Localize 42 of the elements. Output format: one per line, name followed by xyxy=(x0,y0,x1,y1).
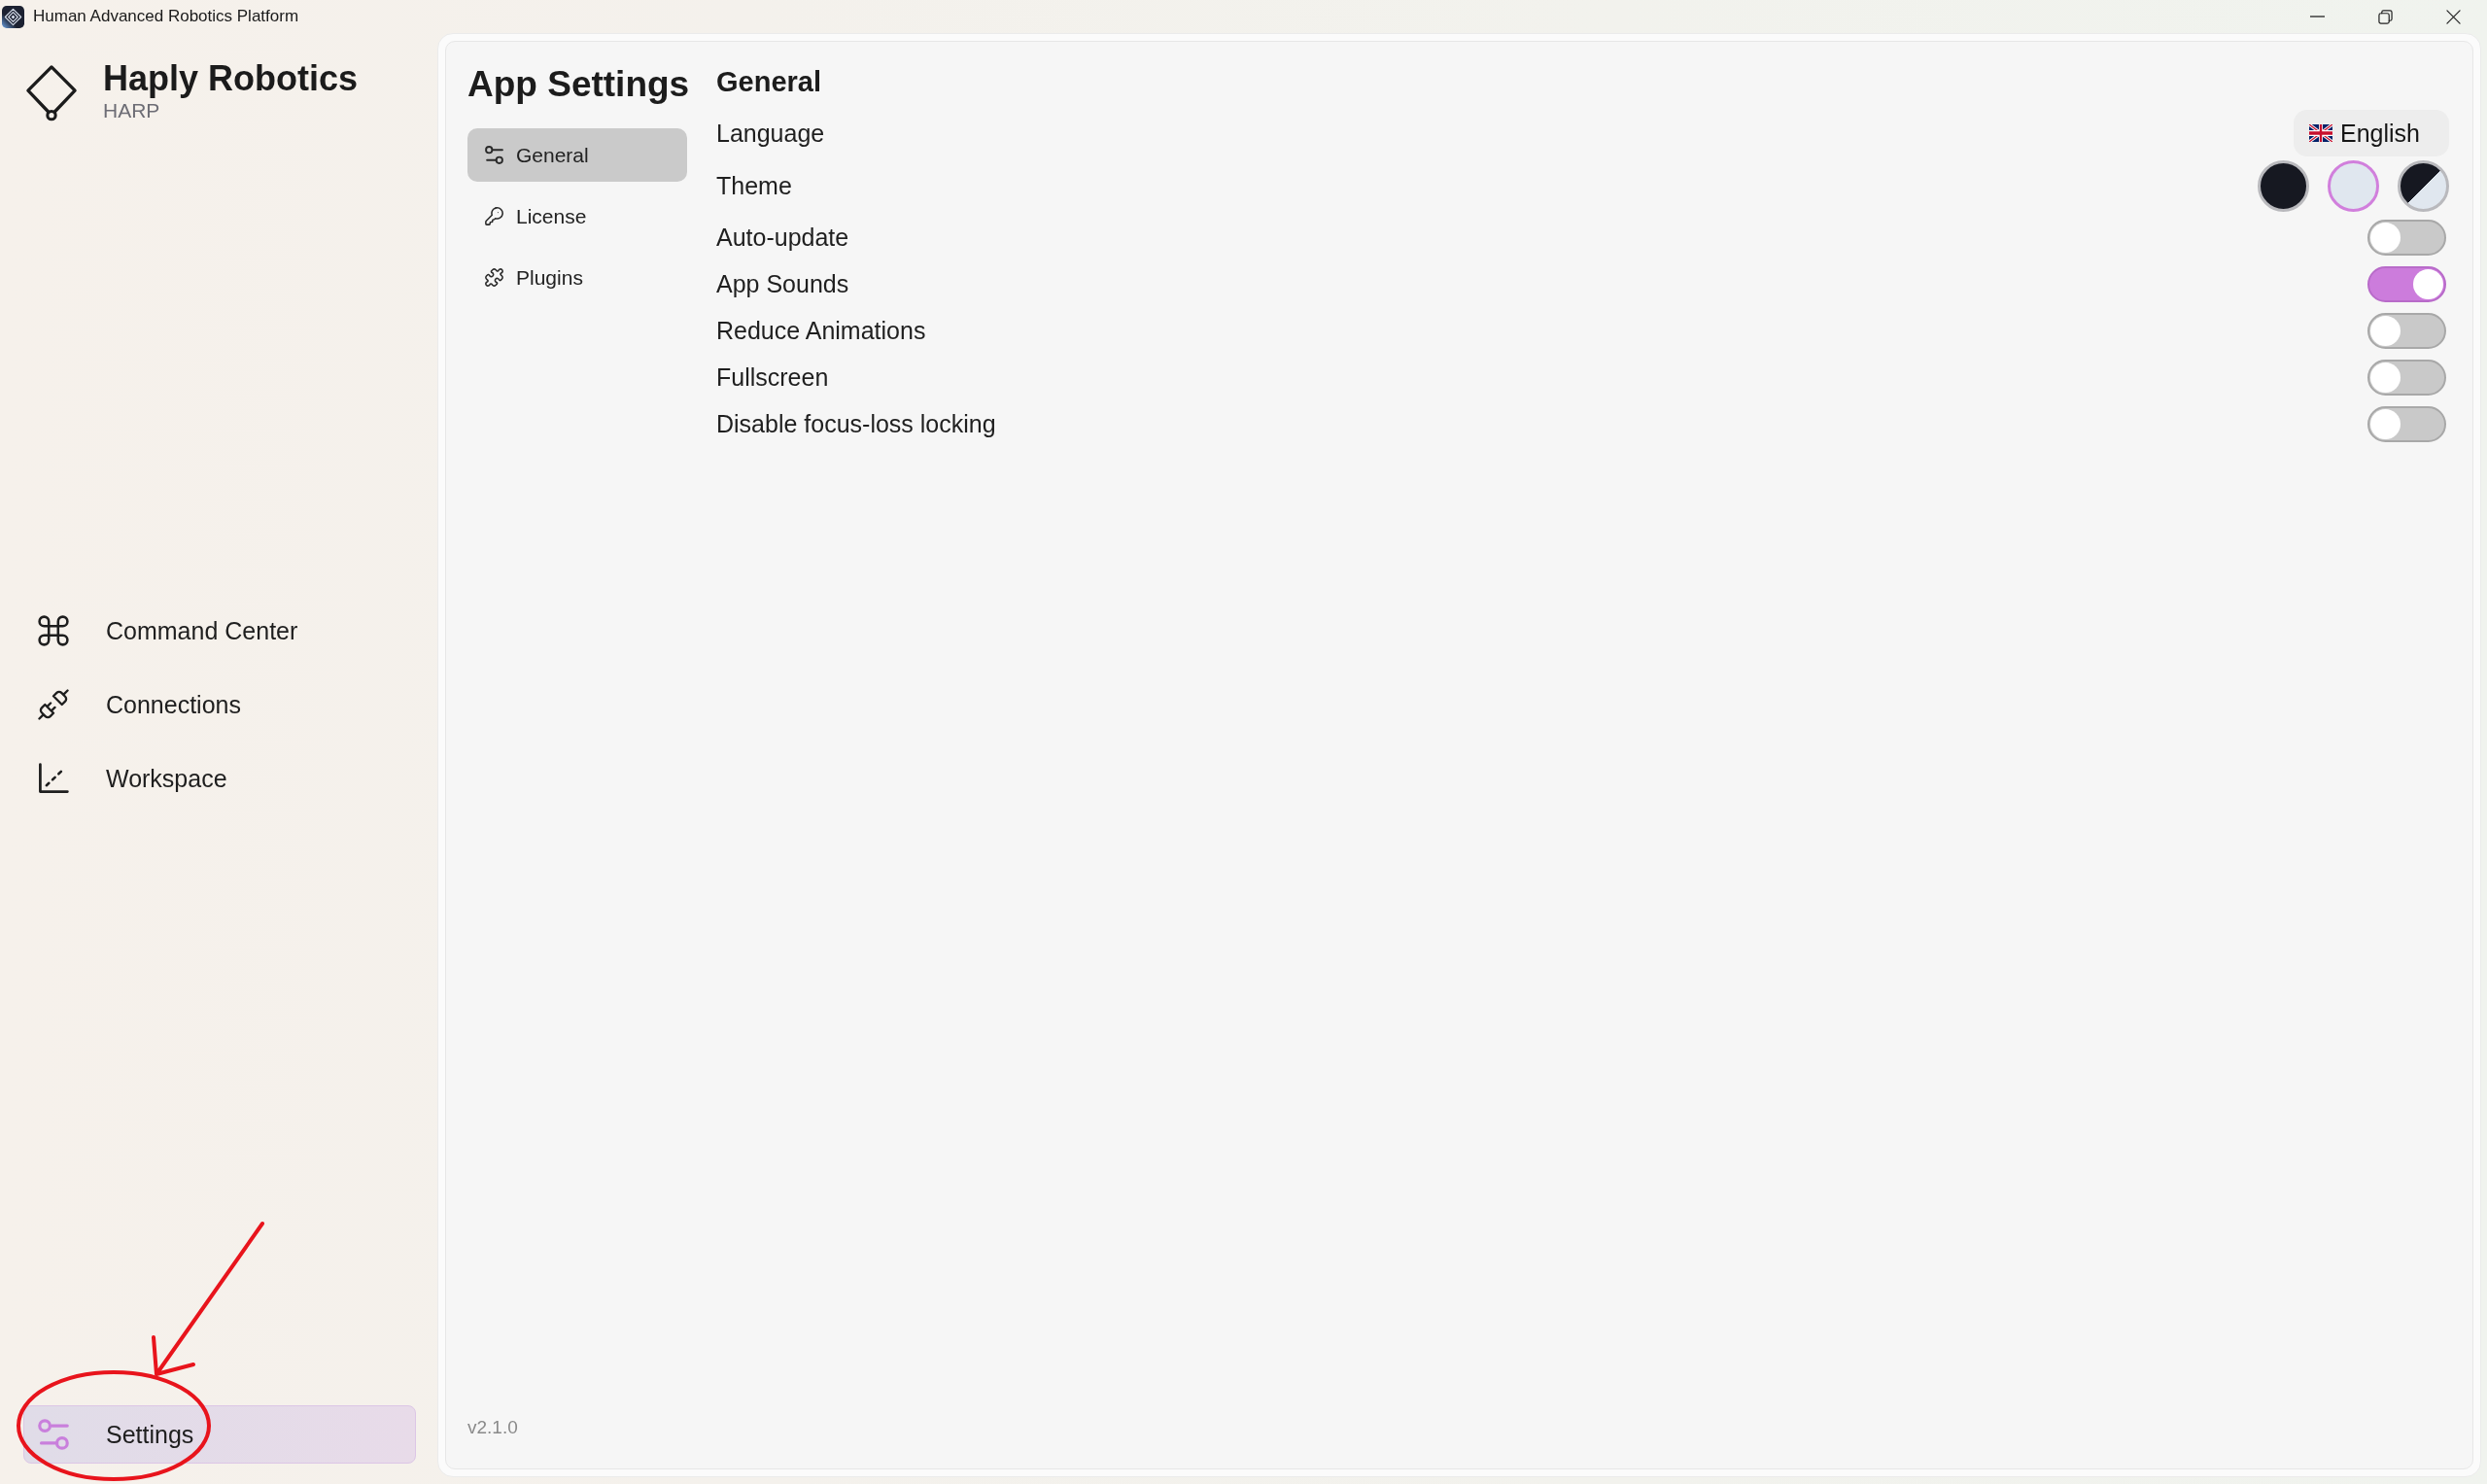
theme-swatch-icon[interactable] xyxy=(2328,159,2379,212)
brand-name: Haply Robotics xyxy=(103,58,359,99)
setting-label: Disable focus-loss locking xyxy=(716,409,996,438)
close-icon xyxy=(2445,9,2461,24)
settings-nav-item[interactable]: Plugins xyxy=(467,251,687,304)
setting-label: Theme xyxy=(716,171,792,200)
app-icon xyxy=(2,5,24,28)
key-icon xyxy=(485,207,503,225)
sliders-icon xyxy=(38,1419,69,1450)
minimize-icon xyxy=(2309,16,2325,17)
theme-swatch-icon[interactable] xyxy=(2258,159,2309,212)
toggle-switch[interactable] xyxy=(2367,405,2446,442)
brand-subtitle: HARP xyxy=(103,99,160,122)
setting-label: Auto-update xyxy=(716,223,849,252)
toggle-switch[interactable] xyxy=(2367,219,2446,256)
language-select[interactable]: English xyxy=(2294,110,2449,156)
settings-nav-item[interactable]: License xyxy=(467,190,687,243)
command-icon xyxy=(38,615,69,646)
setting-label: Language xyxy=(716,119,825,148)
puzzle-icon xyxy=(485,268,503,287)
flag-icon xyxy=(2309,124,2332,142)
sidebar-nav-item[interactable]: Connections xyxy=(23,675,416,734)
toggle-switch[interactable] xyxy=(2367,359,2446,396)
sidebar-nav-item[interactable]: Workspace xyxy=(23,749,416,808)
toggle-switch[interactable] xyxy=(2367,265,2446,302)
section-title: General xyxy=(716,65,821,99)
restore-icon xyxy=(2377,9,2393,24)
theme-swatch-icon[interactable] xyxy=(2398,159,2449,212)
window-title: Human Advanced Robotics Platform xyxy=(33,7,299,26)
diamond-logo-icon xyxy=(25,63,78,121)
sidebar-nav-item[interactable]: Settings xyxy=(23,1405,416,1464)
settings-nav-item[interactable]: General xyxy=(467,128,687,182)
sidebar-nav-item[interactable]: Command Center xyxy=(23,602,416,660)
setting-label: Fullscreen xyxy=(716,362,829,392)
toggle-switch[interactable] xyxy=(2367,312,2446,349)
sliders-icon xyxy=(485,146,503,164)
version-label: v2.1.0 xyxy=(467,1417,518,1438)
setting-label: Reduce Animations xyxy=(716,316,926,345)
page-title: App Settings xyxy=(467,63,687,106)
setting-label: App Sounds xyxy=(716,269,849,298)
plug-icon xyxy=(38,689,69,720)
chart-axes-icon xyxy=(38,763,69,794)
